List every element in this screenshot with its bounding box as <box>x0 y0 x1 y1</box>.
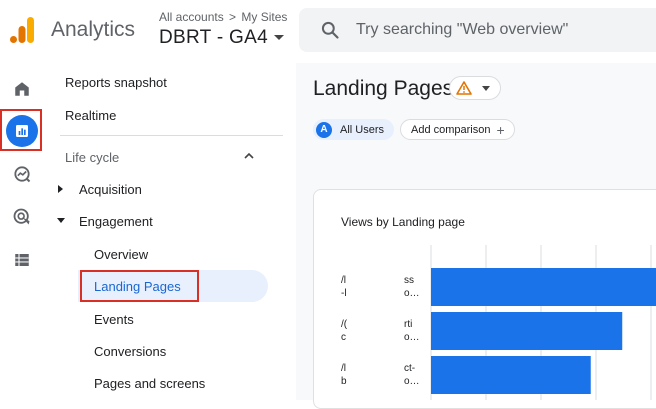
add-comparison-button[interactable]: Add comparison + <box>400 119 515 140</box>
chevron-up-icon[interactable] <box>244 151 254 161</box>
explore-icon <box>14 166 31 183</box>
list-icon <box>15 254 29 266</box>
nav-reports-snapshot[interactable]: Reports snapshot <box>65 75 167 90</box>
nav-overview[interactable]: Overview <box>94 247 148 262</box>
segment-badge: A <box>316 121 332 138</box>
nav-events[interactable]: Events <box>94 312 134 327</box>
analytics-logo-icon[interactable] <box>10 17 34 43</box>
chart-title: Views by Landing page <box>341 215 465 229</box>
left-rail <box>0 63 46 400</box>
reports-highlight-box <box>0 109 42 151</box>
report-status-dropdown[interactable] <box>449 76 501 100</box>
breadcrumb-separator: > <box>229 10 237 24</box>
search-bar[interactable]: Try searching "Web overview" <box>299 8 656 52</box>
nav-engagement[interactable]: Engagement <box>79 214 153 229</box>
explore-button[interactable] <box>6 158 38 190</box>
nav-acquisition[interactable]: Acquisition <box>79 182 142 197</box>
breadcrumb[interactable]: All accounts > My Sites <box>159 10 287 24</box>
home-button[interactable] <box>6 73 38 105</box>
configure-button[interactable] <box>6 244 38 276</box>
breadcrumb-root[interactable]: All accounts <box>159 10 224 24</box>
nav-landing-pages[interactable]: Landing Pages <box>94 279 181 294</box>
property-name: DBRT - GA4 <box>159 27 268 48</box>
nav-section-lifecycle[interactable]: Life cycle <box>65 150 119 165</box>
segment-chip[interactable]: A All Users <box>313 119 395 140</box>
add-comparison-label: Add comparison <box>411 123 491 136</box>
nav-divider <box>60 135 283 136</box>
advertising-icon <box>13 208 30 225</box>
nav-realtime[interactable]: Realtime <box>65 108 116 123</box>
collapse-down-icon[interactable] <box>57 218 65 223</box>
breadcrumb-current[interactable]: My Sites <box>241 10 287 24</box>
page-title: Landing Pages <box>313 77 454 100</box>
caret-down-icon <box>273 35 284 41</box>
nav-conversions[interactable]: Conversions <box>94 344 166 359</box>
app-name: Analytics <box>51 18 136 41</box>
property-picker[interactable]: DBRT - GA4 <box>159 27 284 49</box>
plus-icon: + <box>496 121 505 138</box>
home-icon <box>15 82 29 96</box>
caret-down-icon <box>482 86 490 91</box>
top-bar: Analytics All accounts > My Sites DBRT -… <box>0 0 656 63</box>
search-icon <box>321 21 339 39</box>
search-placeholder: Try searching "Web overview" <box>356 21 569 38</box>
nav-pages-and-screens[interactable]: Pages and screens <box>94 376 205 391</box>
segment-label: All Users <box>340 123 385 136</box>
advertising-button[interactable] <box>6 201 38 233</box>
expand-right-icon[interactable] <box>58 185 63 193</box>
warning-icon <box>456 81 472 95</box>
